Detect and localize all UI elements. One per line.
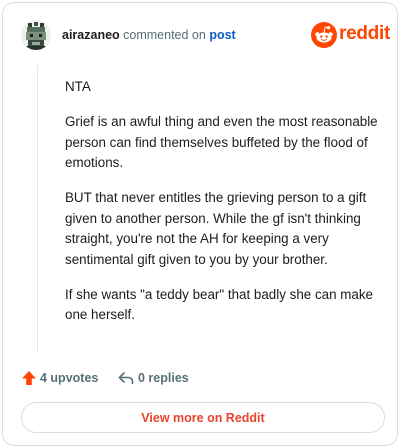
- comment-paragraph: If she wants "a teddy bear" that badly s…: [65, 286, 373, 323]
- reddit-wordmark: reddit: [339, 23, 390, 44]
- upvote-arrow-icon: [22, 371, 36, 385]
- comment-embed-card: airazaneo commented on post reddit NTA G…: [2, 2, 398, 446]
- comment-paragraph: BUT that never entitles the grieving per…: [65, 190, 367, 267]
- commented-on-text: commented on: [123, 28, 206, 42]
- comment-body: NTA Grief is an awful thing and even the…: [65, 77, 387, 340]
- reply-arrow-icon: [118, 372, 134, 385]
- comment-paragraph: NTA: [65, 79, 91, 94]
- username-link[interactable]: airazaneo: [62, 28, 120, 42]
- comment-meta: airazaneo commented on post: [62, 28, 236, 42]
- upvotes-count: 4 upvotes: [40, 371, 99, 385]
- comment-header: airazaneo commented on post reddit: [21, 20, 390, 52]
- view-more-button[interactable]: View more on Reddit: [21, 402, 385, 433]
- pixel-avatar-icon: [21, 20, 51, 50]
- avatar[interactable]: [21, 20, 51, 50]
- post-link[interactable]: post: [209, 28, 235, 42]
- comment-paragraph: Grief is an awful thing and even the mos…: [65, 114, 378, 170]
- comment-actions: 4 upvotes 0 replies: [21, 369, 385, 389]
- reddit-snoo-icon: [311, 22, 337, 48]
- reddit-brand[interactable]: reddit: [311, 22, 390, 48]
- thread-line[interactable]: [37, 65, 38, 353]
- replies-count: 0 replies: [138, 371, 189, 385]
